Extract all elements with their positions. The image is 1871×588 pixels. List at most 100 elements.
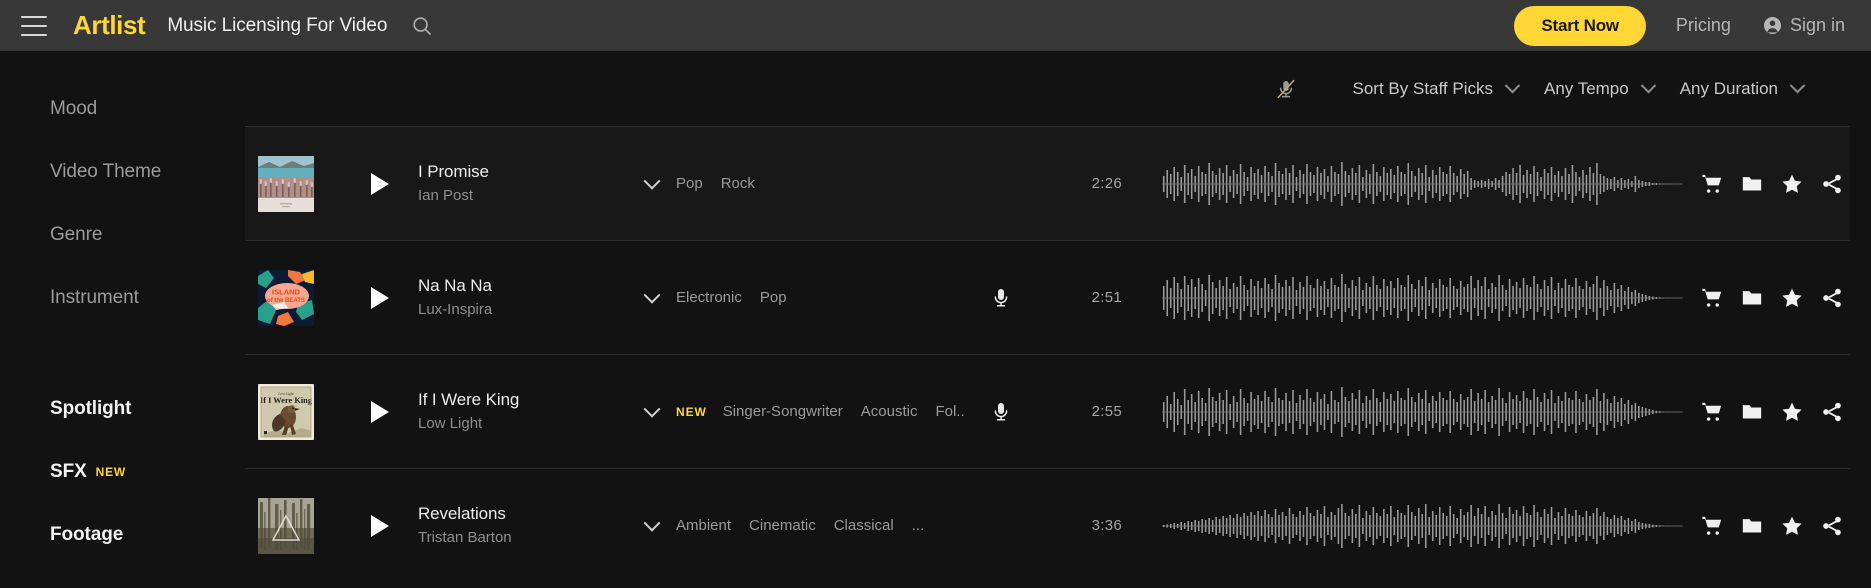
track-tags: Electronic Pop: [676, 289, 966, 306]
track-artist[interactable]: Tristan Barton: [418, 527, 618, 548]
folder-icon[interactable]: [1740, 514, 1764, 538]
sidebar-divider-gap: [0, 329, 245, 377]
share-icon[interactable]: [1820, 286, 1844, 310]
tag[interactable]: Electronic: [676, 289, 742, 306]
sidebar: Mood Video Theme Genre Instrument Spotli…: [0, 51, 245, 588]
sidebar-item-label: Spotlight: [50, 397, 132, 419]
microphone-icon: [994, 402, 1008, 421]
track-duration: 2:55: [1091, 403, 1122, 420]
sort-by-dropdown[interactable]: Sort By Staff Picks: [1352, 77, 1521, 99]
expand-row-chevron-down-icon[interactable]: [632, 514, 672, 532]
sign-in-button[interactable]: Sign in: [1763, 15, 1845, 36]
cart-icon[interactable]: [1700, 172, 1724, 196]
tag[interactable]: Pop: [676, 175, 703, 192]
tempo-dropdown[interactable]: Any Tempo: [1543, 77, 1656, 99]
folder-icon[interactable]: [1740, 286, 1764, 310]
track-artist[interactable]: Ian Post: [418, 185, 618, 206]
play-button[interactable]: [350, 514, 410, 537]
track-title[interactable]: I Promise: [418, 161, 618, 183]
tags-overflow[interactable]: ...: [912, 517, 925, 534]
start-now-button[interactable]: Start Now: [1514, 5, 1646, 46]
track-artwork[interactable]: ISLAND of the BEATS: [258, 269, 314, 326]
nav-tagline: Music Licensing For Video: [167, 14, 388, 36]
track-info: Revelations Tristan Barton: [418, 503, 618, 548]
table-row[interactable]: ISLAND of the BEATS Na Na Na Lux-Inspira…: [245, 240, 1850, 354]
sidebar-item-label: Genre: [50, 223, 103, 245]
sidebar-item-label: Instrument: [50, 286, 139, 308]
sidebar-item-spotlight[interactable]: Spotlight: [0, 377, 245, 440]
sfx-new-badge: NEW: [95, 464, 127, 479]
vocals-indicator: [966, 287, 1036, 309]
tag[interactable]: Rock: [721, 175, 755, 192]
sidebar-item-mood[interactable]: Mood: [0, 77, 245, 140]
user-circle-icon: [1763, 16, 1782, 35]
track-artwork[interactable]: [258, 155, 314, 212]
hamburger-menu-icon[interactable]: [21, 15, 47, 36]
expand-row-chevron-down-icon[interactable]: [632, 400, 672, 418]
mic-muted-icon[interactable]: [1267, 70, 1305, 108]
waveform[interactable]: [1162, 382, 1686, 442]
new-badge: NEW: [676, 404, 707, 419]
sort-by-label: Sort By Staff Picks: [1352, 78, 1493, 98]
track-duration: 3:36: [1091, 517, 1122, 534]
cart-icon[interactable]: [1700, 514, 1724, 538]
folder-icon[interactable]: [1740, 400, 1764, 424]
track-artist[interactable]: Lux-Inspira: [418, 299, 618, 320]
tag[interactable]: Fol...: [935, 403, 966, 420]
waveform[interactable]: [1162, 496, 1686, 556]
star-icon[interactable]: [1780, 400, 1804, 424]
star-icon[interactable]: [1780, 172, 1804, 196]
track-title[interactable]: If I Were King: [418, 389, 618, 411]
sidebar-item-sfx[interactable]: SFX NEW: [0, 440, 245, 503]
sign-in-label: Sign in: [1789, 15, 1845, 35]
duration-dropdown[interactable]: Any Duration: [1680, 77, 1806, 99]
star-icon[interactable]: [1780, 514, 1804, 538]
microphone-icon: [994, 288, 1008, 307]
search-icon[interactable]: [407, 11, 437, 41]
track-title[interactable]: Na Na Na: [418, 275, 618, 297]
track-title[interactable]: Revelations: [418, 503, 618, 525]
expand-row-chevron-down-icon[interactable]: [632, 286, 672, 304]
tag[interactable]: Ambient: [676, 517, 731, 534]
tag[interactable]: Acoustic: [861, 403, 918, 420]
sidebar-item-video-theme[interactable]: Video Theme: [0, 140, 245, 203]
tag[interactable]: Singer-Songwriter: [723, 403, 843, 420]
chevron-down-icon: [1504, 77, 1521, 94]
row-actions: [1700, 514, 1850, 538]
tempo-label: Any Tempo: [1543, 78, 1629, 98]
sidebar-item-genre[interactable]: Genre: [0, 203, 245, 266]
chevron-down-icon: [1789, 77, 1806, 94]
row-actions: [1700, 172, 1850, 196]
track-artwork[interactable]: Low Light If I Were King: [258, 383, 314, 440]
track-tags: Ambient Cinematic Classical ...: [676, 517, 966, 534]
table-row[interactable]: Low Light If I Were King If I Were King …: [245, 354, 1850, 468]
share-icon[interactable]: [1820, 400, 1844, 424]
expand-row-chevron-down-icon[interactable]: [632, 172, 672, 190]
tag[interactable]: Pop: [760, 289, 787, 306]
play-button[interactable]: [350, 286, 410, 309]
cart-icon[interactable]: [1700, 286, 1724, 310]
track-info: I Promise Ian Post: [418, 161, 618, 206]
landscape-lake-lupines-photo: [258, 155, 314, 212]
waveform[interactable]: [1162, 154, 1686, 214]
tag[interactable]: Cinematic: [749, 517, 816, 534]
sidebar-item-instrument[interactable]: Instrument: [0, 266, 245, 329]
if-i-were-king-bird-illustration: Low Light If I Were King: [258, 383, 314, 440]
track-artwork[interactable]: [258, 497, 314, 554]
sidebar-item-footage[interactable]: Footage: [0, 503, 245, 566]
artlist-logo[interactable]: Artlist: [73, 10, 146, 41]
waveform[interactable]: [1162, 268, 1686, 328]
table-row[interactable]: I Promise Ian Post Pop Rock 2:26: [245, 126, 1850, 240]
table-row[interactable]: Revelations Tristan Barton Ambient Cinem…: [245, 468, 1850, 582]
share-icon[interactable]: [1820, 172, 1844, 196]
cart-icon[interactable]: [1700, 400, 1724, 424]
play-button[interactable]: [350, 172, 410, 195]
play-button[interactable]: [350, 400, 410, 423]
tag[interactable]: Classical: [834, 517, 894, 534]
star-icon[interactable]: [1780, 286, 1804, 310]
island-of-the-beats-illustration: ISLAND of the BEATS: [258, 269, 314, 326]
folder-icon[interactable]: [1740, 172, 1764, 196]
pricing-link[interactable]: Pricing: [1676, 15, 1731, 36]
share-icon[interactable]: [1820, 514, 1844, 538]
track-artist[interactable]: Low Light: [418, 413, 618, 434]
